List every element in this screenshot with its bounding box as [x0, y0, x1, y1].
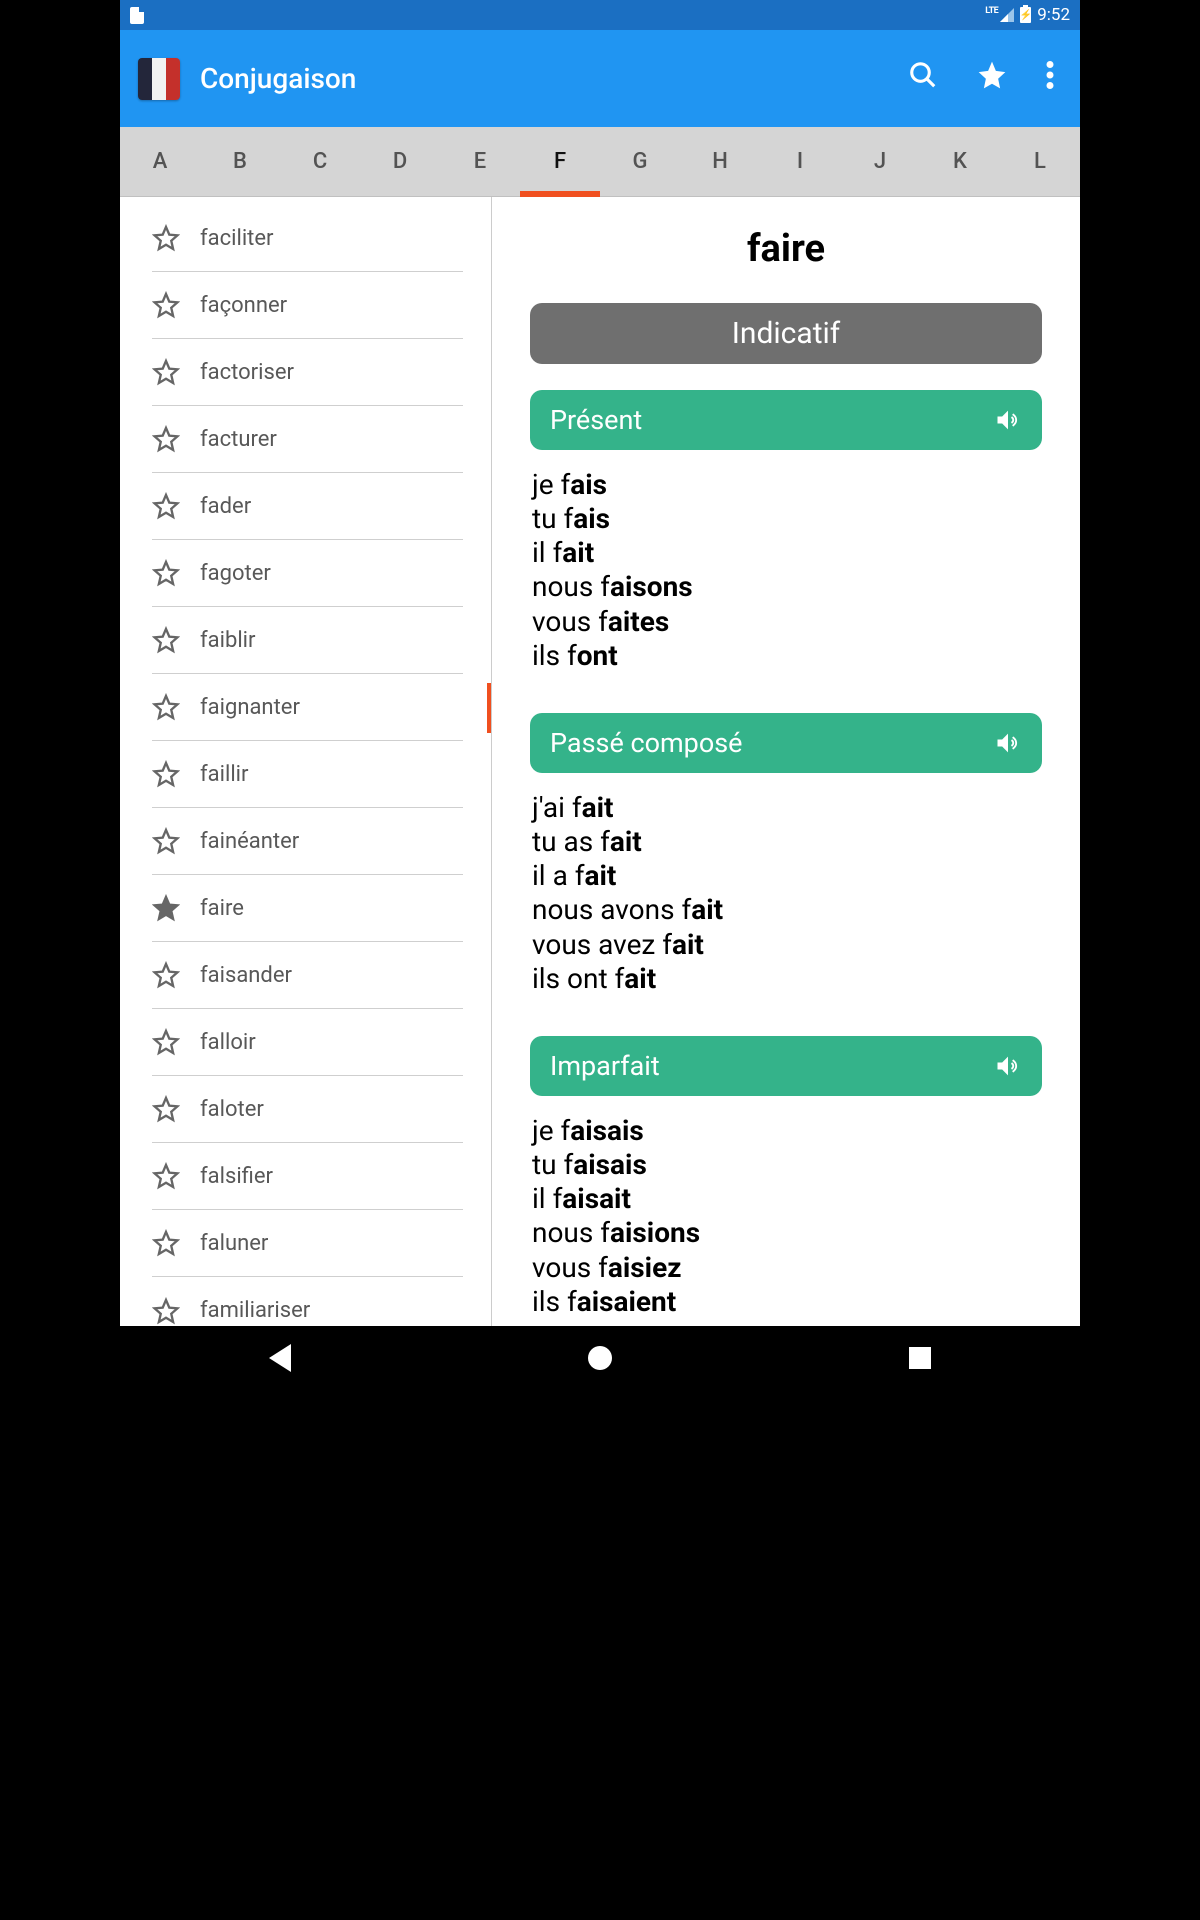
- verb-row[interactable]: faisander: [152, 942, 463, 1009]
- conjugation-block: je faistu faisil faitnous faisonsvous fa…: [530, 468, 1042, 673]
- verb-row[interactable]: façonner: [152, 272, 463, 339]
- star-icon[interactable]: [152, 425, 180, 453]
- star-icon[interactable]: [152, 626, 180, 654]
- tense-bar[interactable]: Passé composé: [530, 713, 1042, 773]
- star-icon[interactable]: [152, 492, 180, 520]
- tense-bar[interactable]: Imparfait: [530, 1036, 1042, 1096]
- verb-row[interactable]: falsifier: [152, 1143, 463, 1210]
- verb-row[interactable]: faignanter: [152, 674, 463, 741]
- star-icon[interactable]: [152, 760, 180, 788]
- verb-label: falsifier: [200, 1164, 273, 1189]
- nav-back-button[interactable]: [267, 1345, 293, 1371]
- star-icon[interactable]: [152, 894, 180, 922]
- verb-label: familiariser: [200, 1298, 310, 1323]
- speaker-icon[interactable]: [994, 729, 1022, 757]
- system-nav-bar: [120, 1326, 1080, 1390]
- verb-label: fagoter: [200, 561, 271, 586]
- battery-icon: ⚡: [1020, 7, 1031, 23]
- star-icon[interactable]: [152, 1162, 180, 1190]
- tab-a[interactable]: A: [120, 127, 200, 196]
- nav-recent-button[interactable]: [907, 1345, 933, 1371]
- verb-row[interactable]: faiblir: [152, 607, 463, 674]
- conjugation-content[interactable]: faire Indicatif Présent je faistu faisil …: [492, 197, 1080, 1326]
- tab-d[interactable]: D: [360, 127, 440, 196]
- verb-label: faillir: [200, 762, 248, 787]
- star-icon[interactable]: [152, 358, 180, 386]
- verb-label: faluner: [200, 1231, 268, 1256]
- verb-row[interactable]: falloir: [152, 1009, 463, 1076]
- star-icon[interactable]: [152, 224, 180, 252]
- verb-label: faloter: [200, 1097, 264, 1122]
- sdcard-icon: [130, 7, 144, 24]
- verb-row[interactable]: familiariser: [152, 1277, 463, 1326]
- search-icon[interactable]: [908, 60, 938, 97]
- tab-g[interactable]: G: [600, 127, 680, 196]
- verb-label: fader: [200, 494, 251, 519]
- verb-row[interactable]: fainéanter: [152, 808, 463, 875]
- alpha-tabs: ABCDEFGHIJKL: [120, 127, 1080, 197]
- star-icon[interactable]: [152, 1297, 180, 1325]
- star-icon[interactable]: [152, 961, 180, 989]
- tab-h[interactable]: H: [680, 127, 760, 196]
- star-icon[interactable]: [152, 827, 180, 855]
- tab-e[interactable]: E: [440, 127, 520, 196]
- star-icon[interactable]: [152, 291, 180, 319]
- verb-row[interactable]: factoriser: [152, 339, 463, 406]
- tense-name: Imparfait: [550, 1050, 660, 1082]
- star-icon[interactable]: [152, 1095, 180, 1123]
- verb-sidebar[interactable]: faciliter façonner factoriser facturer fader…: [120, 197, 492, 1326]
- tab-c[interactable]: C: [280, 127, 360, 196]
- tab-l[interactable]: L: [1000, 127, 1080, 196]
- verb-row[interactable]: faluner: [152, 1210, 463, 1277]
- tab-j[interactable]: J: [840, 127, 920, 196]
- app-bar: Conjugaison: [120, 30, 1080, 127]
- verb-label: factoriser: [200, 360, 294, 385]
- verb-label: faisander: [200, 963, 292, 988]
- verb-label: façonner: [200, 293, 287, 318]
- tense-name: Présent: [550, 404, 642, 436]
- app-title: Conjugaison: [200, 62, 908, 95]
- verb-label: falloir: [200, 1030, 256, 1055]
- network-label: LTE: [985, 6, 998, 16]
- star-icon[interactable]: [152, 1229, 180, 1257]
- favorites-icon[interactable]: [976, 59, 1008, 98]
- nav-home-button[interactable]: [587, 1345, 613, 1371]
- tab-k[interactable]: K: [920, 127, 1000, 196]
- verb-heading: faire: [530, 227, 1042, 271]
- verb-row[interactable]: faloter: [152, 1076, 463, 1143]
- tab-f[interactable]: F: [520, 127, 600, 196]
- app-flag-icon: [138, 58, 180, 100]
- star-icon[interactable]: [152, 1028, 180, 1056]
- signal-icon: [1000, 8, 1014, 22]
- verb-label: faignanter: [200, 695, 300, 720]
- clock: 9:52: [1037, 5, 1070, 25]
- star-icon[interactable]: [152, 559, 180, 587]
- scroll-indicator[interactable]: [487, 683, 492, 733]
- mood-pill[interactable]: Indicatif: [530, 303, 1042, 364]
- conjugation-block: j'ai faittu as faitil a faitnous avons f…: [530, 791, 1042, 996]
- conjugation-block: je faisaistu faisaisil faisaitnous faisi…: [530, 1114, 1042, 1319]
- speaker-icon[interactable]: [994, 406, 1022, 434]
- tense-bar[interactable]: Présent: [530, 390, 1042, 450]
- star-icon[interactable]: [152, 693, 180, 721]
- tab-b[interactable]: B: [200, 127, 280, 196]
- verb-row[interactable]: faillir: [152, 741, 463, 808]
- verb-row[interactable]: facturer: [152, 406, 463, 473]
- status-bar: LTE ⚡ 9:52: [120, 0, 1080, 30]
- verb-label: faciliter: [200, 226, 274, 251]
- verb-row[interactable]: faciliter: [152, 205, 463, 272]
- more-icon[interactable]: [1046, 61, 1054, 96]
- verb-label: fainéanter: [200, 829, 299, 854]
- verb-row[interactable]: fader: [152, 473, 463, 540]
- tab-i[interactable]: I: [760, 127, 840, 196]
- speaker-icon[interactable]: [994, 1052, 1022, 1080]
- verb-row[interactable]: faire: [152, 875, 463, 942]
- tense-name: Passé composé: [550, 727, 742, 759]
- verb-label: facturer: [200, 427, 277, 452]
- verb-label: faire: [200, 896, 244, 921]
- verb-label: faiblir: [200, 628, 255, 653]
- verb-row[interactable]: fagoter: [152, 540, 463, 607]
